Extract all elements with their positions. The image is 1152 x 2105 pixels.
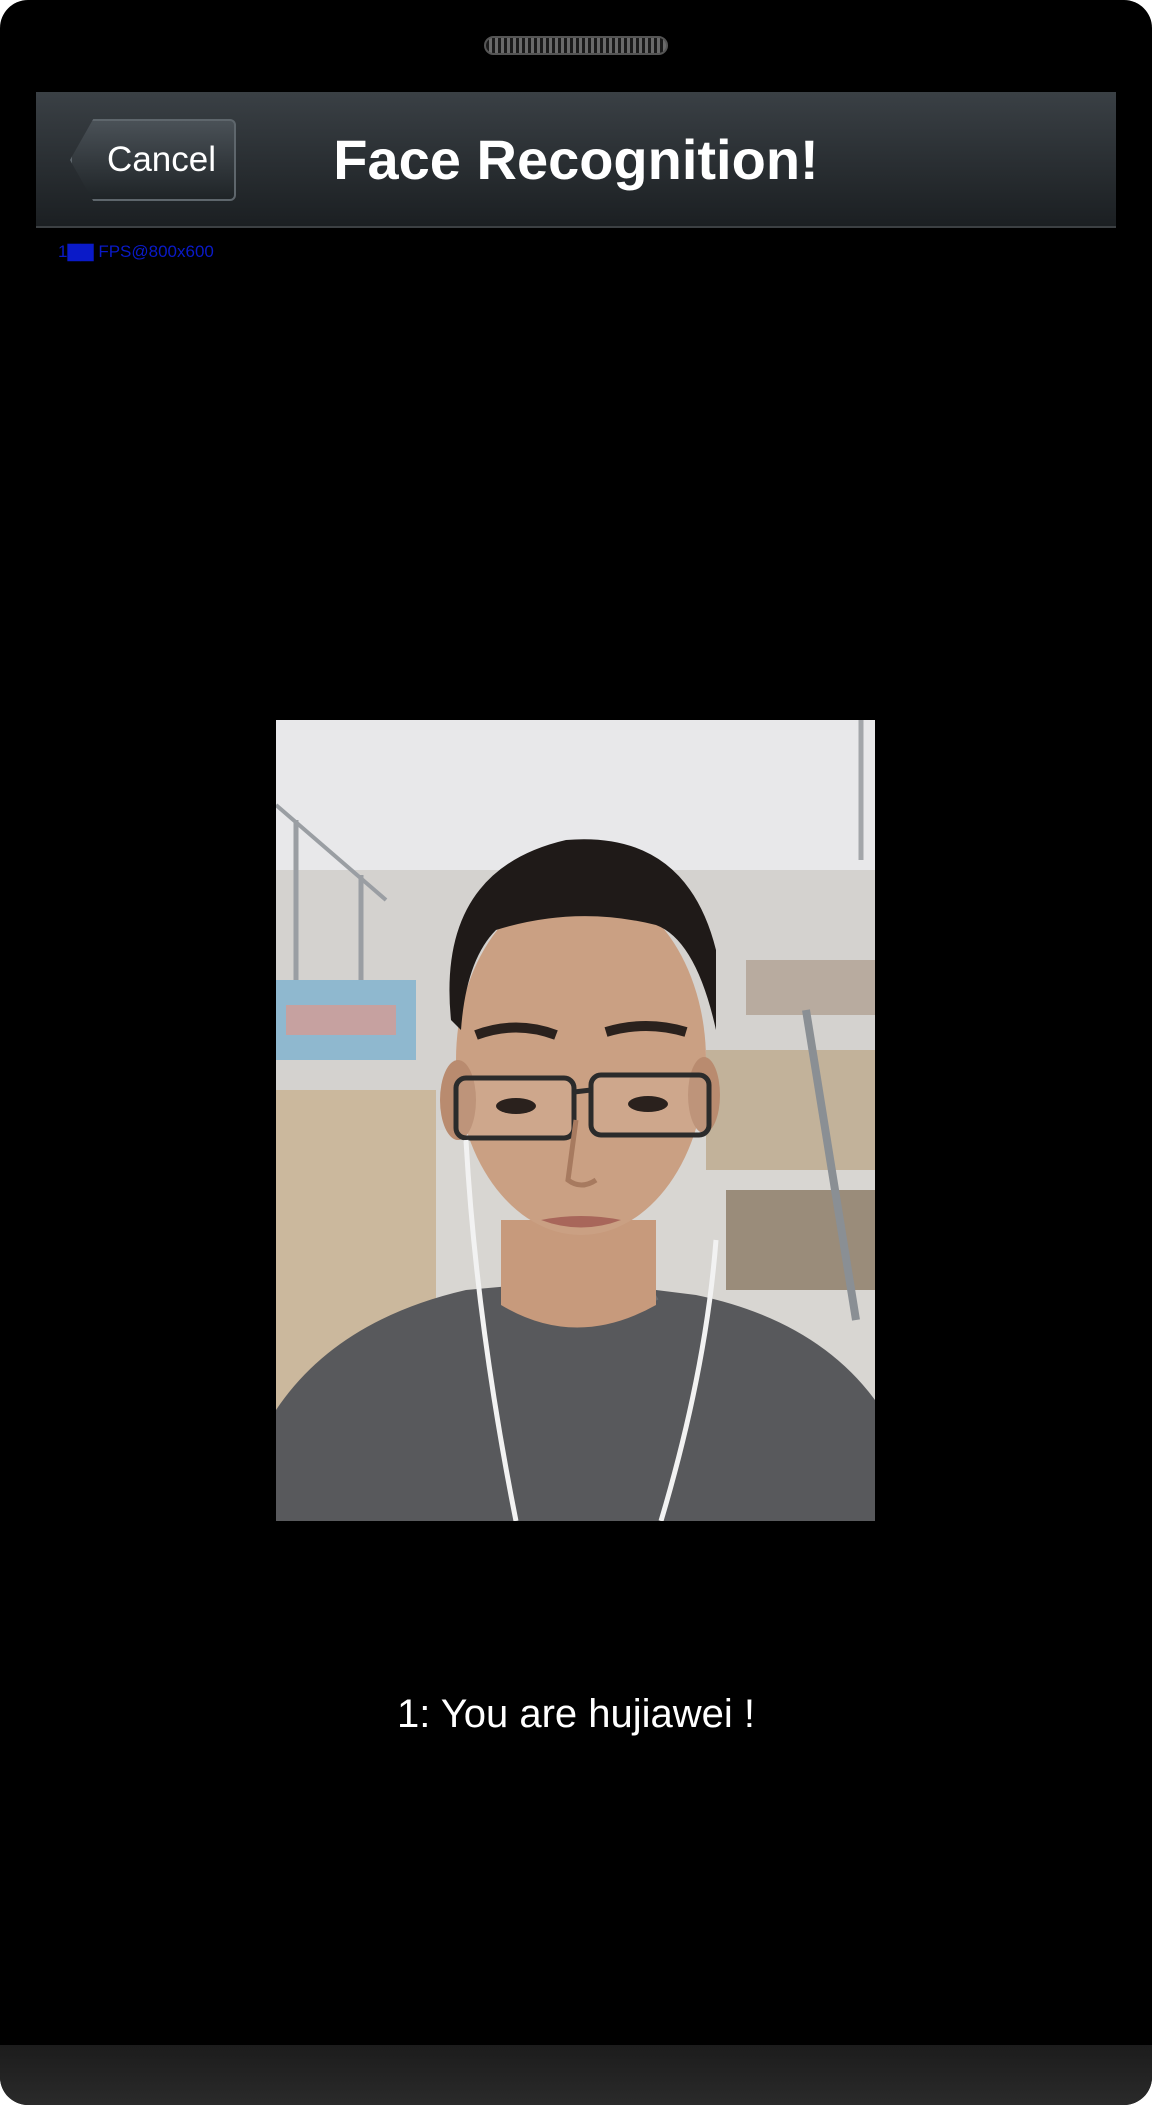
earpiece-speaker bbox=[484, 36, 668, 55]
fps-readout: 1▇▇ FPS@800x600 bbox=[58, 242, 214, 261]
title-bar: Cancel Face Recognition! bbox=[36, 92, 1116, 228]
camera-preview bbox=[276, 720, 875, 1521]
page-title: Face Recognition! bbox=[333, 128, 819, 191]
device-bottom-bezel bbox=[0, 2045, 1152, 2105]
recognition-result: 1: You are hujiawei ! bbox=[396, 1692, 756, 1736]
camera-frame-image bbox=[276, 720, 875, 1521]
device-frame: Cancel Face Recognition! 1▇▇ FPS@800x600 bbox=[0, 0, 1152, 2105]
app-screen: Cancel Face Recognition! 1▇▇ FPS@800x600 bbox=[36, 92, 1116, 2045]
cancel-button[interactable]: Cancel bbox=[70, 119, 236, 201]
